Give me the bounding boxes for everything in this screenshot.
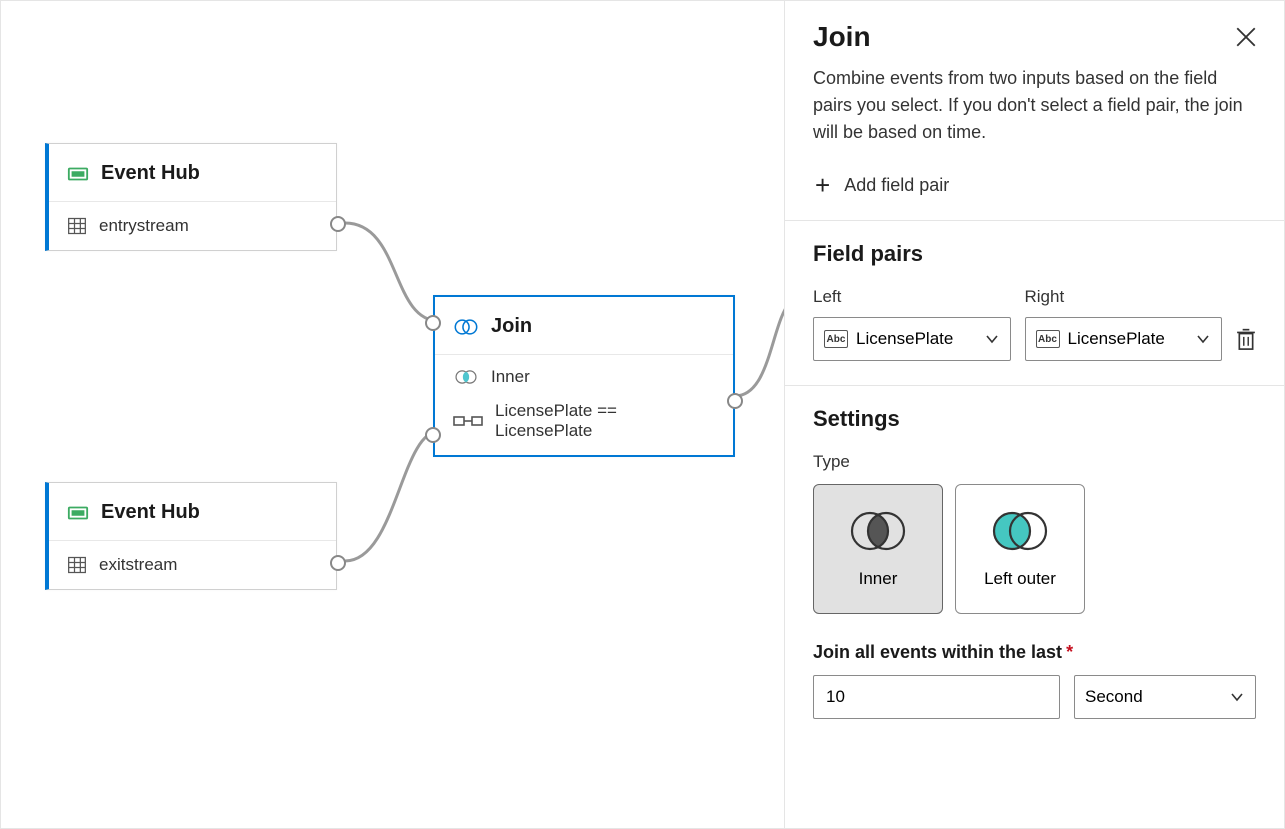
event-hub-icon xyxy=(67,502,89,524)
node-event-hub-1[interactable]: Event Hub entrystream xyxy=(45,143,337,251)
right-field-value: LicensePlate xyxy=(1068,329,1188,349)
field-pair-icon xyxy=(453,415,483,427)
canvas[interactable]: Event Hub entrystream Event Hub exitstre… xyxy=(1,1,784,828)
field-pairs-section-title: Field pairs xyxy=(813,241,1256,267)
details-panel: Join Combine events from two inputs base… xyxy=(784,1,1284,828)
output-port[interactable] xyxy=(727,393,743,409)
type-option-inner[interactable]: Inner xyxy=(813,484,943,614)
plus-icon: + xyxy=(815,172,830,198)
left-column-label: Left xyxy=(813,287,1005,307)
type-option-left-outer[interactable]: Left outer xyxy=(955,484,1085,614)
output-port[interactable] xyxy=(330,555,346,571)
add-field-pair-button[interactable]: + Add field pair xyxy=(813,166,1256,220)
duration-unit-value: Second xyxy=(1085,687,1221,707)
left-field-value: LicensePlate xyxy=(856,329,976,349)
right-field-dropdown[interactable]: Abc LicensePlate xyxy=(1025,317,1223,361)
text-type-icon: Abc xyxy=(1036,330,1060,348)
input-port-2[interactable] xyxy=(425,427,441,443)
type-label: Type xyxy=(813,452,1256,472)
duration-label: Join all events within the last* xyxy=(813,642,1256,663)
type-option-label: Left outer xyxy=(984,569,1056,589)
output-port[interactable] xyxy=(330,216,346,232)
node-stream-name: exitstream xyxy=(99,555,177,575)
left-field-dropdown[interactable]: Abc LicensePlate xyxy=(813,317,1011,361)
event-hub-icon xyxy=(67,163,89,185)
panel-title: Join xyxy=(813,21,871,53)
duration-unit-dropdown[interactable]: Second xyxy=(1074,675,1256,719)
settings-section-title: Settings xyxy=(813,406,1256,432)
duration-value-input[interactable] xyxy=(813,675,1060,719)
node-title: Join xyxy=(491,315,532,338)
venn-left-outer-icon xyxy=(986,509,1054,553)
table-icon xyxy=(67,555,87,575)
node-join[interactable]: Join Inner LicensePlate == LicensePlate xyxy=(433,295,735,457)
chevron-down-icon xyxy=(984,331,1000,347)
input-port-1[interactable] xyxy=(425,315,441,331)
venn-icon xyxy=(453,317,479,337)
join-condition-text: LicensePlate == LicensePlate xyxy=(495,401,715,441)
panel-description: Combine events from two inputs based on … xyxy=(813,65,1256,146)
join-mode-text: Inner xyxy=(491,367,530,387)
table-icon xyxy=(67,216,87,236)
add-field-pair-label: Add field pair xyxy=(844,175,949,196)
right-column-label: Right xyxy=(1025,287,1217,307)
venn-inner-icon xyxy=(453,369,479,385)
venn-inner-icon xyxy=(844,509,912,553)
type-option-label: Inner xyxy=(859,569,898,589)
node-title: Event Hub xyxy=(101,162,200,185)
text-type-icon: Abc xyxy=(824,330,848,348)
delete-pair-button[interactable] xyxy=(1236,328,1256,350)
chevron-down-icon xyxy=(1195,331,1211,347)
node-title: Event Hub xyxy=(101,501,200,524)
node-event-hub-2[interactable]: Event Hub exitstream xyxy=(45,482,337,590)
close-button[interactable] xyxy=(1236,27,1256,47)
chevron-down-icon xyxy=(1229,689,1245,705)
node-stream-name: entrystream xyxy=(99,216,189,236)
required-mark: * xyxy=(1066,642,1073,662)
